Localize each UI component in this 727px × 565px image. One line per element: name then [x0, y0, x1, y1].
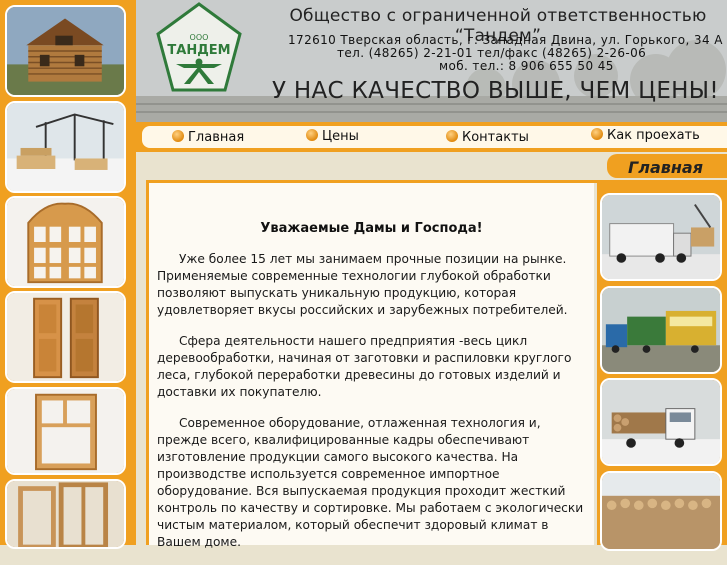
nav-bullet-icon: [591, 128, 603, 140]
nav-item-label: Главная: [188, 130, 245, 145]
company-address: 172610 Тверская область, г. Западная Дви…: [288, 33, 723, 47]
truck-loading-photo[interactable]: [600, 193, 722, 281]
right-photo-column: [597, 183, 727, 551]
timber-truck-photo[interactable]: [600, 378, 722, 466]
nav-item-label: Цены: [322, 129, 359, 144]
nav-item-label: Как проехать: [607, 128, 700, 143]
site-header: ООО ТАНДЕМ Общество с ограниченной ответ…: [136, 0, 727, 122]
content-heading: Уважаемые Дамы и Господа!: [260, 221, 483, 236]
section-title: Главная: [628, 158, 703, 177]
lumber-yard-photo[interactable]: [5, 101, 126, 193]
main-nav: Главная Цены Контакты Как проехать: [136, 122, 727, 152]
nav-item-prices[interactable]: Цены: [306, 129, 359, 144]
logo-name-text: ТАНДЕМ: [167, 43, 230, 58]
company-phones: тел. (48265) 2-21-01 тел/факс (48265) 2-…: [337, 46, 647, 60]
nav-bullet-icon: [446, 130, 458, 142]
nav-item-home[interactable]: Главная: [172, 130, 244, 145]
nav-item-contacts[interactable]: Контакты: [446, 130, 529, 145]
company-mobile: моб. тел.: 8 906 655 50 45: [439, 59, 614, 73]
wooden-door-photo[interactable]: [5, 291, 126, 383]
content-paragraph: Современное оборудование, отлаженная тех…: [157, 416, 584, 549]
logo-top-text: ООО: [190, 33, 209, 42]
content-body: Уже более 15 лет мы занимаем прочные поз…: [157, 251, 589, 565]
log-house-photo[interactable]: [5, 5, 126, 97]
main-content: Уважаемые Дамы и Господа! Уже более 15 л…: [146, 183, 594, 549]
arched-window-photo[interactable]: [5, 196, 126, 288]
company-logo[interactable]: ООО ТАНДЕМ: [154, 2, 244, 102]
nav-item-label: Контакты: [462, 130, 529, 145]
trucks-yard-photo[interactable]: [600, 286, 722, 374]
content-paragraph: Сфера деятельности нашего предприятия -в…: [157, 334, 572, 399]
left-photo-column: [0, 0, 136, 549]
section-header: Главная: [136, 152, 727, 182]
slogan: У НАС КАЧЕСТВО ВЫШЕ, ЧЕМ ЦЕНЫ!: [272, 78, 719, 104]
logs-pile-photo[interactable]: [600, 471, 722, 551]
window-frame-photo[interactable]: [5, 387, 126, 475]
nav-bullet-icon: [306, 129, 318, 141]
door-frames-photo[interactable]: [5, 479, 126, 549]
nav-bullet-icon: [172, 130, 184, 142]
nav-item-directions[interactable]: Как проехать: [591, 128, 700, 143]
content-paragraph: Уже более 15 лет мы занимаем прочные поз…: [157, 252, 568, 317]
